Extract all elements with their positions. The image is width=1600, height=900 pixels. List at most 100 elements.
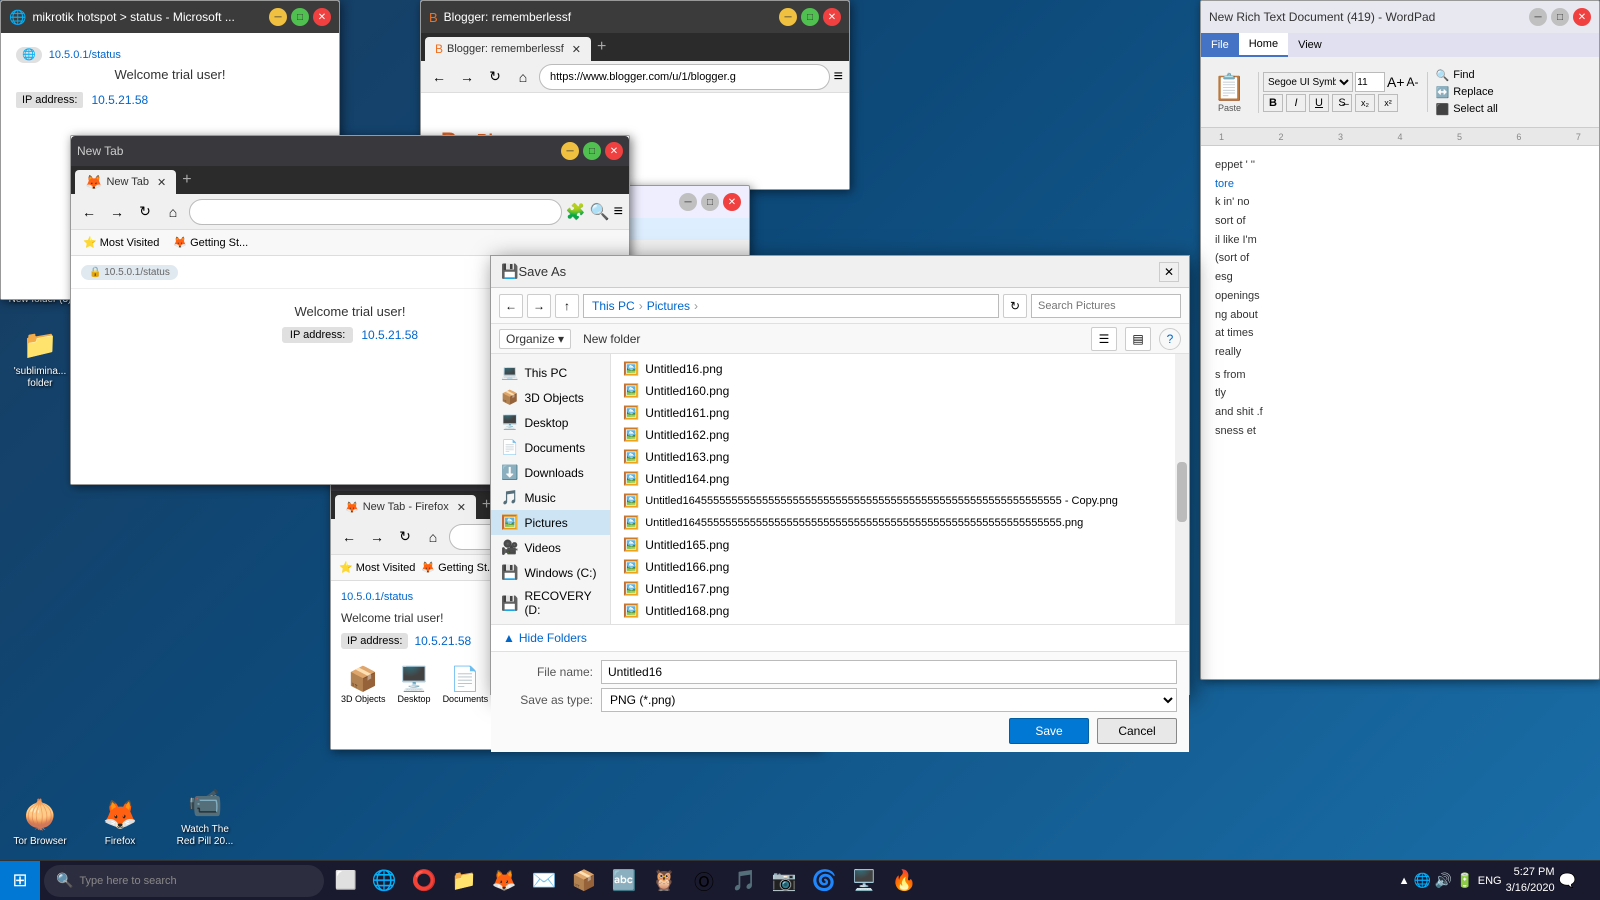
decrease-font-btn[interactable]: A- [1407,75,1419,89]
mikrotik-close-btn[interactable]: ✕ [313,8,331,26]
taskbar-cortana-icon[interactable]: ⭕ [404,861,444,900]
folder-desktop[interactable]: 🖥️ Desktop [398,665,431,704]
firefox-home-btn[interactable]: ⌂ [161,200,185,224]
blogger-tab[interactable]: B Blogger: rememberlessf ✕ [425,37,591,61]
firefox2-back-btn[interactable]: ← [337,525,361,549]
firefox2-tab-close[interactable]: ✕ [457,501,466,514]
taskbar-mail-icon[interactable]: ✉️ [524,861,564,900]
blogger-menu-btn[interactable]: ≡ [834,68,843,86]
tray-arrow[interactable]: ▲ [1399,875,1410,887]
taskbar-gamepad-icon[interactable]: 🌀 [804,861,844,900]
desktop-icon-firefox[interactable]: 🦊 Firefox [84,790,156,852]
firefox-new-tab-btn[interactable]: + [176,171,197,189]
blogger-tab-close[interactable]: ✕ [572,43,581,56]
taskbar-search-placeholder[interactable]: Type here to search [79,875,176,887]
mikrotik-minimize-btn[interactable]: ─ [269,8,287,26]
firefox2-bookmark-2[interactable]: 🦊 Getting St... [421,561,496,574]
cancel-btn[interactable]: Cancel [1097,718,1177,744]
wordpad-home-tab[interactable]: Home [1239,33,1288,57]
firefox-maximize-btn[interactable]: □ [583,142,601,160]
sidebar-music[interactable]: 🎵 Music [491,485,610,510]
breadcrumb-pictures[interactable]: Pictures [647,299,690,313]
firefox-search-icon[interactable]: 🔍 [590,202,610,222]
dialog-forward-btn[interactable]: → [527,294,551,318]
bold-btn[interactable]: B [1263,94,1283,112]
firefox-forward-btn[interactable]: → [105,200,129,224]
file-item-6[interactable]: 🖼️ Untitled16455555555555555555555555555… [611,490,1189,512]
firefox-extensions-btn[interactable]: 🧩 [566,202,586,222]
wordpad-font-select[interactable]: Segoe UI Symbol [1263,72,1353,92]
dialog-scrollbar[interactable] [1175,354,1189,624]
blogger-reload-btn[interactable]: ↻ [483,65,507,89]
blogger-minimize-btn[interactable]: ─ [779,8,797,26]
firefox-reload-btn[interactable]: ↻ [133,200,157,224]
firefox-menu-btn[interactable]: ≡ [614,203,623,221]
new-folder-btn[interactable]: New folder [579,330,644,348]
folder-3dobjects[interactable]: 📦 3D Objects [341,665,386,704]
paint-close-btn[interactable]: ✕ [723,193,741,211]
blogger-back-btn[interactable]: ← [427,65,451,89]
firefox-main-tab[interactable]: 🦊 New Tab ✕ [75,170,176,194]
sidebar-recovery[interactable]: 💾 RECOVERY (D: [491,585,610,621]
taskbar-store-icon[interactable]: 📦 [564,861,604,900]
file-item-0[interactable]: 🖼️ Untitled16.png [611,358,1189,380]
start-button[interactable]: ⊞ [0,861,40,900]
file-item-5[interactable]: 🖼️ Untitled164.png [611,468,1189,490]
sidebar-documents[interactable]: 📄 Documents [491,435,610,460]
filename-input[interactable] [601,660,1177,684]
firefox-close-btn[interactable]: ✕ [605,142,623,160]
sidebar-videos[interactable]: 🎥 Videos [491,535,610,560]
sidebar-pictures[interactable]: 🖼️ Pictures [491,510,610,535]
sidebar-downloads[interactable]: ⬇️ Downloads [491,460,610,485]
wordpad-view-tab[interactable]: View [1288,33,1332,57]
blogger-forward-btn[interactable]: → [455,65,479,89]
folder-documents[interactable]: 📄 Documents [443,665,489,704]
taskbar-explorer-icon[interactable]: 📁 [444,861,484,900]
desktop-peek-btn[interactable] [1580,861,1592,900]
firefox-url-bar[interactable] [189,199,562,225]
view-list-btn[interactable]: ☰ [1091,327,1117,351]
taskbar-media-icon[interactable]: 🎵 [724,861,764,900]
task-view-btn[interactable]: ⬜ [328,861,364,900]
file-item-1[interactable]: 🖼️ Untitled160.png [611,380,1189,402]
file-item-7[interactable]: 🖼️ Untitled16455555555555555555555555555… [611,512,1189,534]
dialog-back-btn[interactable]: ← [499,294,523,318]
blogger-close-btn[interactable]: ✕ [823,8,841,26]
sidebar-windows-c[interactable]: 💾 Windows (C:) [491,560,610,585]
action-center-icon[interactable]: 🗨️ [1559,872,1576,889]
new-tab-btn[interactable]: + [591,38,612,56]
strikethrough-btn[interactable]: S̶ [1332,94,1352,112]
underline-btn[interactable]: U [1309,94,1329,112]
subscript-btn[interactable]: x₂ [1355,94,1375,112]
increase-font-btn[interactable]: A+ [1387,74,1405,90]
organize-btn[interactable]: Organize ▾ [499,329,571,349]
breadcrumb-pc[interactable]: This PC [592,299,635,313]
desktop-icon-subliminal[interactable]: 📁 'sublimina... folder [4,320,76,394]
wordpad-minimize-btn[interactable]: ─ [1529,8,1547,26]
replace-btn[interactable]: ↔️ Replace [1436,86,1498,99]
paint-maximize-btn[interactable]: □ [701,193,719,211]
wordpad-maximize-btn[interactable]: □ [1551,8,1569,26]
superscript-btn[interactable]: x² [1378,94,1398,112]
firefox2-bookmark-1[interactable]: ⭐ Most Visited [339,561,415,574]
select-all-btn[interactable]: ⬛ Select all [1436,103,1498,116]
firefox2-tab[interactable]: 🦊 New Tab - Firefox ✕ [335,495,476,519]
taskbar-firefox2-icon[interactable]: 🔥 [884,861,924,900]
file-item-8[interactable]: 🖼️ Untitled165.png [611,534,1189,556]
file-item-4[interactable]: 🖼️ Untitled163.png [611,446,1189,468]
wordpad-fontsize-input[interactable] [1355,72,1385,92]
find-btn[interactable]: 🔍 Find [1436,69,1498,82]
taskbar-opera-icon[interactable]: Ⓞ [684,861,724,900]
wordpad-paste-btn[interactable]: 📋 [1213,72,1245,103]
file-item-3[interactable]: 🖼️ Untitled162.png [611,424,1189,446]
desktop-icon-watchred[interactable]: 📹 Watch The Red Pill 20... [169,778,241,852]
file-item-10[interactable]: 🖼️ Untitled167.png [611,578,1189,600]
firefox-back-btn[interactable]: ← [77,200,101,224]
sidebar-desktop[interactable]: 🖥️ Desktop [491,410,610,435]
savetype-dropdown[interactable]: PNG (*.png) [601,688,1177,712]
save-btn[interactable]: Save [1009,718,1089,744]
firefox-bookmark-1[interactable]: ⭐ Most Visited [79,234,163,251]
sidebar-thispc[interactable]: 💻 This PC [491,360,610,385]
file-item-2[interactable]: 🖼️ Untitled161.png [611,402,1189,424]
taskbar-monitor-icon[interactable]: 🖥️ [844,861,884,900]
